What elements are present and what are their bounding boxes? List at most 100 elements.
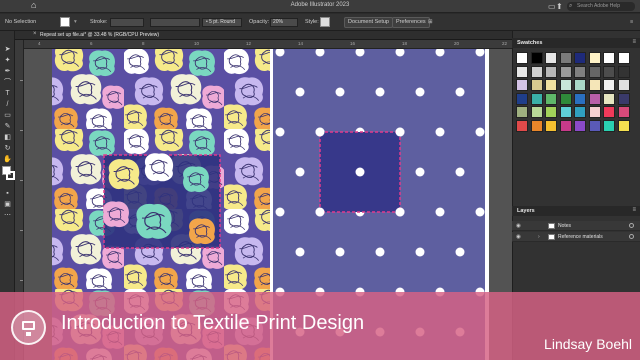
color-swatch[interactable] — [530, 119, 543, 132]
share-icon[interactable]: ⬆ — [556, 2, 563, 11]
opacity-field[interactable]: 20% — [270, 18, 298, 27]
color-swatch[interactable] — [545, 92, 557, 105]
color-swatch[interactable] — [530, 92, 543, 105]
color-swatch[interactable] — [603, 92, 615, 105]
color-swatch[interactable] — [530, 79, 543, 91]
eye-icon[interactable]: ◉ — [516, 223, 521, 229]
style-swatch[interactable] — [320, 17, 330, 27]
panel-menu-icon[interactable]: ≡ — [632, 207, 636, 213]
close-tab-icon[interactable]: × — [33, 31, 37, 37]
polka-dot — [415, 167, 425, 177]
chevron-down-icon[interactable]: ▾ — [74, 19, 77, 25]
color-swatch[interactable] — [588, 119, 601, 132]
brush-tool-icon[interactable]: ✎ — [2, 122, 13, 131]
color-swatch[interactable] — [603, 106, 615, 118]
color-swatch[interactable] — [545, 106, 557, 118]
more-tools-icon[interactable]: ⋯ — [2, 211, 13, 220]
rectangle-tool-icon[interactable]: ▭ — [2, 111, 13, 120]
color-swatch[interactable] — [545, 65, 557, 78]
color-swatch[interactable] — [617, 52, 630, 64]
type-tool-icon[interactable]: T — [2, 89, 13, 98]
color-swatch[interactable] — [516, 65, 528, 78]
color-swatch[interactable] — [545, 119, 557, 132]
color-swatch[interactable] — [559, 79, 572, 91]
color-swatch[interactable] — [574, 106, 586, 118]
color-swatch[interactable] — [588, 52, 601, 64]
color-swatch[interactable] — [574, 65, 586, 78]
workspace-icon[interactable]: ▭ — [548, 2, 556, 11]
brush-selector[interactable]: • 5 pt. Round — [202, 18, 242, 27]
hand-tool-icon[interactable]: ✋ — [2, 155, 13, 164]
color-swatch[interactable] — [516, 79, 528, 91]
color-swatch[interactable] — [530, 65, 543, 78]
color-swatch[interactable] — [617, 119, 630, 132]
ruler-label: 4 — [38, 41, 41, 46]
stroke-color-icon[interactable] — [6, 171, 15, 180]
document-setup-button[interactable]: Document Setup — [344, 17, 393, 28]
curvature-tool-icon[interactable]: ⌒ — [2, 78, 13, 87]
layer-row[interactable]: ◉ Notes — [512, 221, 640, 231]
color-swatch[interactable] — [574, 119, 586, 132]
polka-dot — [275, 127, 285, 137]
color-swatch[interactable] — [588, 65, 601, 78]
document-tab[interactable]: × Repeat set up file.ai* @ 33.48 % (RGB/… — [15, 31, 512, 40]
color-swatch[interactable] — [574, 92, 586, 105]
search-input[interactable]: ⌕ Search Adobe Help — [567, 2, 635, 11]
line-tool-icon[interactable]: / — [2, 100, 13, 109]
opacity-label: Opacity: — [249, 19, 270, 25]
polka-dot — [435, 127, 445, 137]
color-swatch[interactable] — [617, 106, 630, 118]
color-swatch[interactable] — [559, 52, 572, 64]
color-swatch[interactable] — [559, 119, 572, 132]
color-swatch[interactable] — [559, 65, 572, 78]
color-swatch[interactable] — [603, 52, 615, 64]
color-swatch[interactable] — [603, 65, 615, 78]
variable-width-field[interactable] — [150, 18, 200, 27]
screen-mode-icon[interactable]: ▣ — [2, 200, 13, 209]
color-swatch[interactable] — [588, 106, 601, 118]
stroke-weight-field[interactable] — [110, 18, 144, 27]
color-swatch[interactable] — [588, 92, 601, 105]
panel-menu-icon[interactable]: ≡ — [630, 19, 633, 25]
color-swatch[interactable] — [516, 106, 528, 118]
target-icon[interactable] — [629, 223, 634, 228]
color-swatch[interactable] — [516, 119, 528, 132]
panel-menu-icon[interactable]: ≡ — [632, 39, 636, 45]
horizontal-ruler[interactable]: 4 6 8 10 12 14 16 18 20 22 — [24, 40, 512, 49]
fill-swatch[interactable] — [60, 17, 70, 27]
color-swatch[interactable] — [516, 92, 528, 105]
polka-dot — [335, 87, 345, 97]
color-swatch[interactable] — [617, 79, 630, 91]
chevron-right-icon[interactable]: › — [538, 234, 540, 240]
color-swatch[interactable] — [530, 52, 543, 64]
layers-panel-header[interactable]: Layers ≡ — [512, 206, 640, 216]
pen-tool-icon[interactable]: ✒ — [2, 67, 13, 76]
arrange-icon[interactable]: ⊞ — [428, 19, 433, 25]
color-mode-icon[interactable]: ▪ — [2, 189, 13, 198]
color-swatch[interactable] — [545, 52, 557, 64]
eye-icon[interactable]: ◉ — [516, 234, 521, 240]
course-banner: Introduction to Textile Print Design Lin… — [0, 292, 640, 360]
selection-tool-icon[interactable]: ➤ — [2, 45, 13, 54]
color-swatch[interactable] — [617, 92, 630, 105]
color-swatch[interactable] — [530, 106, 543, 118]
target-icon[interactable] — [629, 234, 634, 239]
color-swatch[interactable] — [603, 119, 615, 132]
color-swatch[interactable] — [559, 106, 572, 118]
color-swatch[interactable] — [545, 79, 557, 91]
color-swatch[interactable] — [603, 79, 615, 91]
color-swatch[interactable] — [516, 52, 528, 64]
preferences-button[interactable]: Preferences — [392, 17, 430, 28]
color-swatch[interactable] — [588, 79, 601, 91]
color-swatch[interactable] — [617, 65, 630, 78]
magic-wand-icon[interactable]: ✦ — [2, 56, 13, 65]
color-swatch[interactable] — [559, 92, 572, 105]
swatches-panel-header[interactable]: Swatches ≡ — [512, 38, 640, 48]
rotate-tool-icon[interactable]: ↻ — [2, 144, 13, 153]
eraser-tool-icon[interactable]: ◧ — [2, 133, 13, 142]
color-swatch[interactable] — [574, 52, 586, 64]
layer-row[interactable]: ◉ › Reference materials — [512, 232, 640, 242]
search-icon: ⌕ — [569, 3, 573, 9]
color-swatch[interactable] — [574, 79, 586, 91]
swatches-title: Swatches — [517, 40, 543, 46]
